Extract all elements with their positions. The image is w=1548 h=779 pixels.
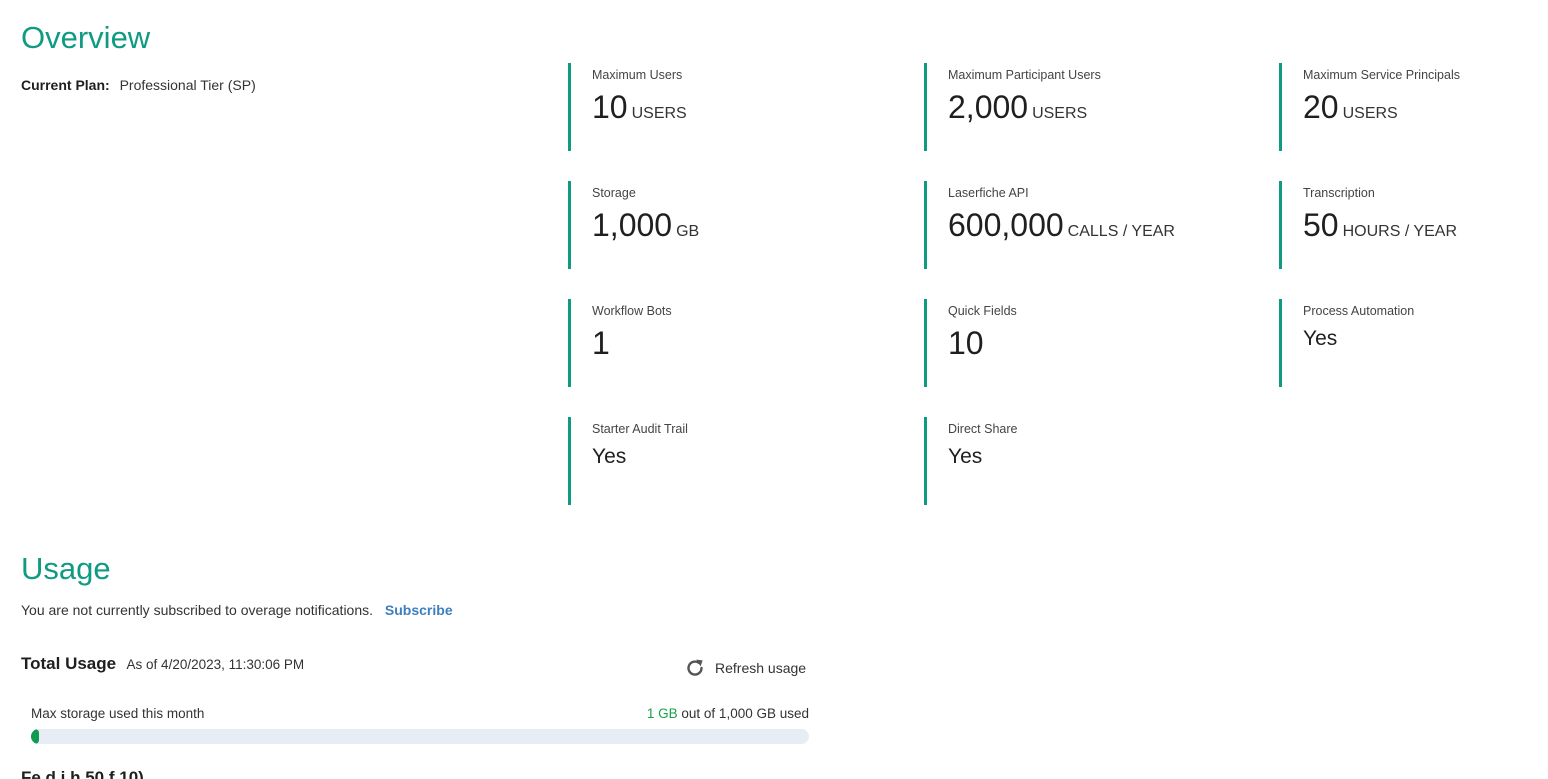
tile-unit: USERS <box>1032 105 1088 122</box>
storage-usage-label: Max storage used this month <box>31 706 205 721</box>
refresh-usage-button[interactable]: Refresh usage <box>684 657 806 679</box>
storage-progress-track <box>31 729 809 744</box>
tile-number: 600,000 <box>948 207 1064 243</box>
storage-used-suffix: out of 1,000 GB used <box>681 706 809 721</box>
overview-heading: Overview <box>21 20 151 55</box>
tile-label: Workflow Bots <box>592 304 672 318</box>
tile-value: Yes <box>592 442 626 482</box>
tile-unit: USERS <box>631 105 687 122</box>
overage-notice: You are not currently subscribed to over… <box>21 602 453 618</box>
tile-laserfiche-api: Laserfiche API 600,000 CALLS / YEAR <box>924 181 1224 269</box>
tile-number: 1,000 <box>592 207 673 243</box>
tile-number: 1 <box>592 325 610 361</box>
tile-value: 1 <box>592 324 610 369</box>
tile-label: Storage <box>592 186 636 200</box>
tile-number: 2,000 <box>948 89 1029 125</box>
subscribe-link[interactable]: Subscribe <box>385 602 453 618</box>
tile-yes-value: Yes <box>948 445 983 468</box>
tile-value: 10 <box>948 324 984 369</box>
current-plan-value: Professional Tier (SP) <box>119 77 256 93</box>
tile-label: Maximum Users <box>592 68 683 82</box>
tile-label: Starter Audit Trail <box>592 422 688 436</box>
overage-text: You are not currently subscribed to over… <box>21 602 374 618</box>
usage-heading: Usage <box>21 551 111 586</box>
next-section-heading: Fe d i h 50 f 10) <box>21 768 144 779</box>
tile-value: 2,000 USERS <box>948 88 1087 133</box>
tile-storage: Storage 1,000 GB <box>568 181 868 269</box>
tile-label: Laserfiche API <box>948 186 1029 200</box>
tile-unit: CALLS / YEAR <box>1067 223 1175 240</box>
tile-number: 10 <box>592 89 628 125</box>
tile-value: 600,000 CALLS / YEAR <box>948 206 1175 251</box>
tile-yes-value: Yes <box>1303 327 1338 350</box>
tile-process-automation: Process Automation Yes <box>1279 299 1548 387</box>
storage-progress-fill <box>31 729 39 744</box>
tile-value: 10 USERS <box>592 88 687 133</box>
subscription-page: Overview Current Plan: Professional Tier… <box>0 0 1548 779</box>
tile-value: 50 HOURS / YEAR <box>1303 206 1457 251</box>
tile-value: 1,000 GB <box>592 206 699 251</box>
tile-label: Quick Fields <box>948 304 1017 318</box>
tile-yes-value: Yes <box>592 445 627 468</box>
tile-maximum-participant-users: Maximum Participant Users 2,000 USERS <box>924 63 1224 151</box>
current-plan-label: Current Plan: <box>21 77 110 93</box>
tile-unit: HOURS / YEAR <box>1342 223 1457 240</box>
tile-value: Yes <box>948 442 982 482</box>
storage-usage-amount: 1 GB out of 1,000 GB used <box>647 706 809 721</box>
tile-maximum-service-principals: Maximum Service Principals 20 USERS <box>1279 63 1548 151</box>
refresh-icon <box>684 657 706 679</box>
total-usage-timestamp: As of 4/20/2023, 11:30:06 PM <box>126 657 305 672</box>
tile-number: 50 <box>1303 207 1339 243</box>
tile-workflow-bots: Workflow Bots 1 <box>568 299 868 387</box>
tile-label: Process Automation <box>1303 304 1415 318</box>
tile-direct-share: Direct Share Yes <box>924 417 1224 505</box>
tile-quick-fields: Quick Fields 10 <box>924 299 1224 387</box>
tile-number: 20 <box>1303 89 1339 125</box>
tile-label: Maximum Service Principals <box>1303 68 1460 82</box>
tile-value: 20 USERS <box>1303 88 1398 133</box>
storage-used-value: 1 GB <box>646 706 678 721</box>
tile-unit: GB <box>676 223 700 240</box>
current-plan: Current Plan: Professional Tier (SP) <box>21 77 256 93</box>
total-usage-header: Total Usage As of 4/20/2023, 11:30:06 PM <box>21 654 304 674</box>
total-usage-title: Total Usage <box>21 654 117 673</box>
tile-value: Yes <box>1303 324 1337 364</box>
tile-transcription: Transcription 50 HOURS / YEAR <box>1279 181 1548 269</box>
tile-number: 10 <box>948 325 984 361</box>
tile-maximum-users: Maximum Users 10 USERS <box>568 63 868 151</box>
tile-label: Transcription <box>1303 186 1375 200</box>
tile-starter-audit-trail: Starter Audit Trail Yes <box>568 417 868 505</box>
tile-label: Direct Share <box>948 422 1018 436</box>
refresh-usage-label: Refresh usage <box>715 660 807 676</box>
tile-label: Maximum Participant Users <box>948 68 1101 82</box>
tile-unit: USERS <box>1342 105 1398 122</box>
